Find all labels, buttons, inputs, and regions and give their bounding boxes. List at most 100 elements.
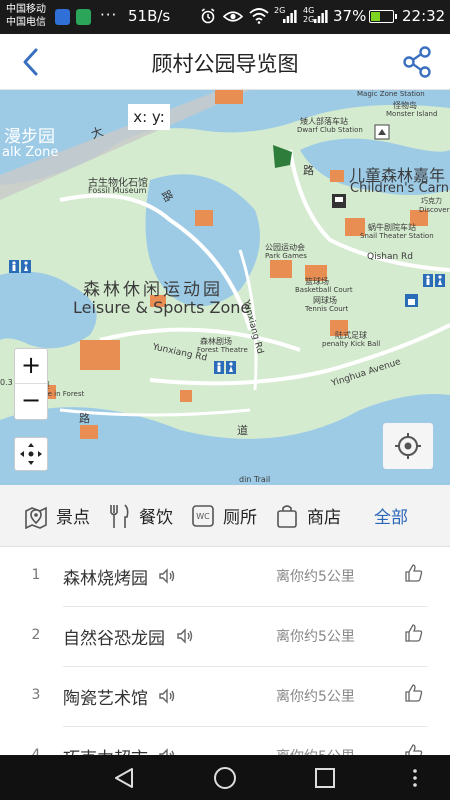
road-char-e: 路 <box>79 412 90 425</box>
dwarf-station-en: Dwarf Club Station <box>297 126 363 134</box>
net-speed: 51B/s <box>128 7 171 25</box>
back-triangle-icon[interactable] <box>110 763 140 793</box>
shop-poi-icon[interactable] <box>405 294 418 307</box>
carrier-2: 中国电信 <box>6 17 46 28</box>
thumbs-up-icon[interactable] <box>404 563 424 583</box>
category-shops[interactable]: 商店 <box>275 501 345 531</box>
app-header: 顾村公园导览图 <box>0 34 450 90</box>
locate-button[interactable] <box>383 423 433 469</box>
item-index: 2 <box>31 627 41 643</box>
tennis-en: Tennis Court <box>305 305 349 313</box>
thumbs-up-icon[interactable] <box>404 623 424 643</box>
location-target-icon <box>395 433 421 459</box>
item-distance: 离你约5公里 <box>276 569 355 585</box>
battery-icon <box>369 10 397 23</box>
speaker-icon[interactable] <box>158 687 176 705</box>
menu-dots-icon[interactable] <box>400 763 430 793</box>
toilet-poi-icon[interactable] <box>9 260 31 273</box>
camera-poi-icon[interactable] <box>374 124 390 140</box>
clock: 22:32 <box>402 7 446 25</box>
pan-button[interactable] <box>14 437 48 471</box>
speaker-icon[interactable] <box>158 567 176 585</box>
children-carnival-en: Children's Carn <box>350 181 449 196</box>
eye-icon <box>223 11 243 22</box>
road-char-d: 路 <box>303 164 314 177</box>
page-title: 顾村公园导览图 <box>151 52 299 76</box>
item-name: 陶瓷艺术馆 <box>63 689 148 709</box>
qishan-road-label: Qishan Rd <box>367 252 414 262</box>
wifi-icon <box>249 8 269 24</box>
road-char-c: 道 <box>237 424 248 437</box>
park-games-en: Park Games <box>265 252 307 260</box>
recents-square-icon[interactable] <box>310 763 340 793</box>
item-name: 森林烧烤园 <box>63 569 148 589</box>
toilet-poi-icon-3[interactable] <box>423 274 445 287</box>
item-index: 1 <box>31 567 41 583</box>
carrier-names: 中国移动 中国电信 <box>6 3 46 29</box>
fossil-museum-en: Fossil Museum <box>88 186 147 195</box>
list-item[interactable]: 2 自然谷恐龙园 离你约5公里 <box>0 607 450 667</box>
bus-station-icon[interactable] <box>331 193 347 209</box>
map-scale-label: 0.3 <box>0 378 13 387</box>
wc-icon: WC <box>192 505 214 527</box>
home-circle-icon[interactable] <box>210 763 240 793</box>
map-pin-icon <box>25 506 47 529</box>
more-notifications-icon: ··· <box>100 6 118 24</box>
speaker-icon[interactable] <box>158 747 176 755</box>
category-toilets[interactable]: WC 厕所 <box>191 501 261 531</box>
battery-level <box>371 12 380 21</box>
walk-zone-label: 漫步园 <box>4 127 55 147</box>
item-distance: 离你约5公里 <box>276 629 355 645</box>
walk-zone-en: alk Zone <box>2 145 59 160</box>
carrier-1: 中国移动 <box>6 4 46 15</box>
basketball-en: Basketball Court <box>295 286 353 294</box>
category-label: 商店 <box>307 508 341 528</box>
svg-text:WC: WC <box>196 512 210 521</box>
zoom-control: + − <box>14 348 48 420</box>
coordinate-readout: x: y: <box>128 104 170 130</box>
category-label: 餐饮 <box>139 508 173 528</box>
leisure-zone-en: Leisure & Sports Zone <box>73 298 251 317</box>
item-distance: 离你约5公里 <box>276 689 355 705</box>
signal-2-icon <box>314 10 328 23</box>
chevron-left-icon <box>23 48 38 76</box>
move-arrows-icon <box>20 443 42 465</box>
item-distance: 离你约5公里 <box>276 746 355 755</box>
zoom-in-button[interactable]: + <box>15 349 47 384</box>
back-button[interactable] <box>14 44 50 80</box>
status-bar: 中国移动 中国电信 ··· 51B/s 2G 4G 2G 37% 22:32 <box>0 0 450 34</box>
network-type-2: 4G 2G <box>303 6 315 24</box>
chocolate-label: 巧克力 <box>421 197 442 205</box>
share-icon <box>403 46 431 78</box>
magic-zone-station-label: Magic Zone Station <box>357 90 425 98</box>
monster-island-en: Monster Island <box>386 110 438 118</box>
kickball-en: penalty Kick Ball <box>322 340 381 348</box>
category-dining[interactable]: 餐饮 <box>107 501 177 531</box>
trail-label: din Trail <box>239 475 271 484</box>
snail-station-en: Snail Theater Station <box>360 232 434 240</box>
thumbs-up-icon[interactable] <box>404 683 424 703</box>
wechat-app-icon <box>76 9 91 25</box>
speaker-icon[interactable] <box>176 627 194 645</box>
zoom-out-button[interactable]: − <box>15 384 47 419</box>
category-label: 景点 <box>56 508 90 528</box>
list-item[interactable]: 4 巧克力超市 离你约5公里 <box>0 727 450 755</box>
category-bar: 景点 餐饮 WC 厕所 商店 全部 <box>0 485 450 547</box>
category-label: 厕所 <box>223 508 257 528</box>
signal-1-icon <box>283 10 297 23</box>
park-map[interactable]: 漫步园 alk Zone 古生物化石馆 Fossil Museum 森林休闲运动… <box>0 90 450 485</box>
item-index: 3 <box>31 687 41 703</box>
thumbs-up-icon[interactable] <box>404 743 424 755</box>
toilet-poi-icon-2[interactable] <box>214 361 236 374</box>
system-nav-bar <box>0 755 450 800</box>
list-item[interactable]: 3 陶瓷艺术馆 离你约5公里 <box>0 667 450 727</box>
category-attractions[interactable]: 景点 <box>24 501 94 531</box>
share-button[interactable] <box>398 42 438 82</box>
shield-app-icon <box>55 9 70 25</box>
poi-list: 1 森林烧烤园 离你约5公里 2 自然谷恐龙园 离你约5公里 3 陶瓷艺术馆 离 <box>0 547 450 755</box>
category-all[interactable]: 全部 <box>374 503 408 528</box>
fork-knife-icon <box>110 504 129 528</box>
item-index: 4 <box>31 747 41 755</box>
list-item[interactable]: 1 森林烧烤园 离你约5公里 <box>0 547 450 607</box>
alarm-icon <box>201 8 215 24</box>
